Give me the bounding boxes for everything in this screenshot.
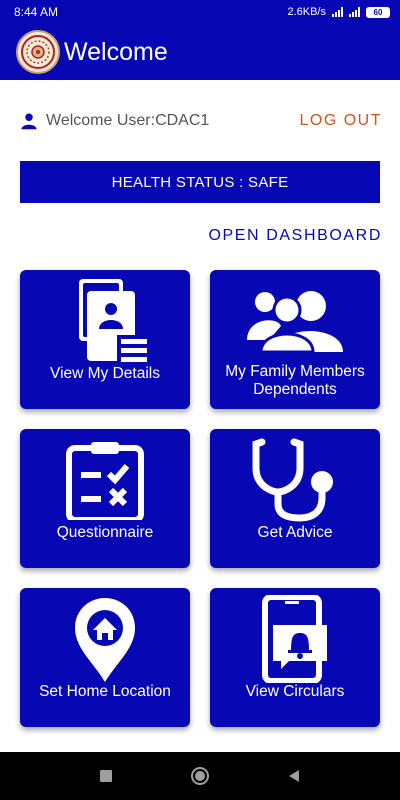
network-speed: 2.6KB/s [287,6,326,18]
stethoscope-icon [210,429,380,524]
logo-icon [16,30,60,74]
logout-button[interactable]: LOG OUT [299,112,382,130]
family-icon [210,270,380,365]
app-title: Welcome [64,37,168,66]
signal-icon [332,7,343,17]
family-members-tile[interactable]: My Family Members Dependents [210,270,380,409]
tile-label: My Family Members Dependents [225,363,365,398]
view-circulars-tile[interactable]: View Circulars [210,588,380,727]
tile-label: View Circulars [245,683,345,700]
recents-icon[interactable] [99,769,113,783]
back-icon[interactable] [287,769,301,783]
phone-notification-icon [210,588,380,683]
view-my-details-tile[interactable]: View My Details [20,270,190,409]
home-location-icon [20,588,190,683]
clipboard-icon [20,429,190,524]
tile-label: Get Advice [257,524,333,541]
open-dashboard-link[interactable]: OPEN DASHBOARD [208,227,382,245]
id-card-icon [20,270,190,365]
questionnaire-tile[interactable]: Questionnaire [20,429,190,568]
system-nav-bar [0,752,400,800]
user-row: Welcome User:CDAC1 LOG OUT [20,108,382,134]
get-advice-tile[interactable]: Get Advice [210,429,380,568]
person-icon [21,113,37,130]
status-time: 8:44 AM [14,5,59,19]
status-indicators: 2.6KB/s 60 [287,6,390,18]
health-status-banner: HEALTH STATUS : SAFE [20,161,380,203]
tile-label: View My Details [50,365,160,382]
battery-icon: 60 [366,6,390,18]
status-bar: 8:44 AM 2.6KB/s 60 [0,0,400,24]
set-home-location-tile[interactable]: Set Home Location [20,588,190,727]
home-icon[interactable] [190,766,210,786]
welcome-user: Welcome User:CDAC1 [20,112,209,130]
signal-icon-2 [349,7,360,17]
app-bar: Welcome [0,24,400,80]
tile-label: Questionnaire [56,524,154,541]
tile-label: Set Home Location [39,683,171,700]
welcome-user-text: Welcome User:CDAC1 [46,112,210,129]
